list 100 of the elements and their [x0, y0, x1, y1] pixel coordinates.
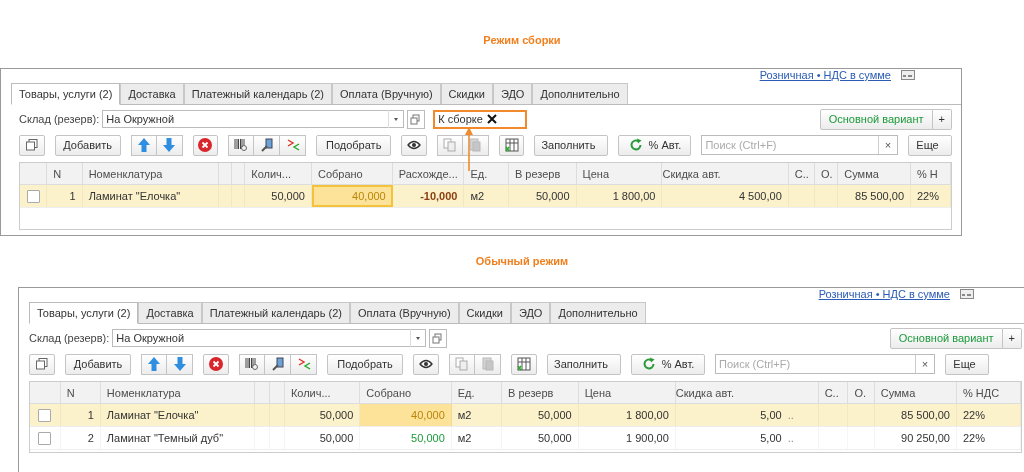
open-icon[interactable]	[407, 109, 426, 129]
column-header[interactable]: Скидка авт.	[662, 163, 789, 185]
column-header[interactable]: N	[60, 382, 101, 404]
scanner-button[interactable]	[265, 353, 291, 375]
column-header[interactable]: Колич...	[284, 382, 361, 404]
fill-dropdown-button[interactable]: Заполнить	[547, 353, 621, 375]
tab[interactable]: Оплата (Вручную)	[350, 302, 459, 323]
add-button[interactable]: Добавить	[65, 353, 131, 375]
delete-button[interactable]	[203, 353, 229, 375]
compare-icon	[285, 138, 300, 152]
search-field[interactable]: Поиск (Ctrl+F) ×	[715, 354, 935, 374]
delete-button[interactable]	[192, 134, 219, 156]
add-variant-button[interactable]: +	[1002, 327, 1022, 349]
variant-button[interactable]: Основной вариант	[819, 108, 933, 130]
row-checkbox[interactable]	[38, 431, 52, 445]
fill-dropdown-button[interactable]: Заполнить	[534, 134, 609, 156]
row-checkbox[interactable]	[26, 189, 40, 203]
compare-button[interactable]	[291, 353, 317, 375]
tab[interactable]: Доставка	[120, 83, 184, 104]
column-header[interactable]: Скидка авт.	[675, 382, 819, 404]
add-variant-button[interactable]: +	[932, 108, 952, 130]
column-header[interactable]: N	[47, 163, 83, 185]
column-header[interactable]: В резерв	[502, 382, 579, 404]
column-header[interactable]: Номенклатура	[82, 163, 219, 185]
spreadsheet-icon	[517, 357, 531, 371]
tab[interactable]: Платежный календарь (2)	[183, 83, 332, 104]
column-header[interactable]: Сумма	[838, 163, 911, 185]
calculator-icon[interactable]	[901, 70, 915, 80]
column-header[interactable]: Собрано	[311, 163, 393, 185]
move-up-button[interactable]	[130, 134, 157, 156]
table-row[interactable]: 1 Ламинат "Елочка" 50,000 40,000 -10,000 м2 50,000 1 800,00 4 500,00 85 500,00 22%	[20, 185, 951, 208]
compare-button[interactable]	[280, 134, 307, 156]
copy-icon	[442, 138, 457, 152]
row-checkbox[interactable]	[38, 408, 52, 422]
barcode-search-button[interactable]	[228, 134, 255, 156]
column-header[interactable]: Цена	[576, 163, 663, 185]
auto-discount-button[interactable]: % Авт.	[618, 134, 692, 156]
tab[interactable]: Скидки	[440, 83, 493, 104]
open-icon[interactable]	[429, 328, 448, 348]
column-header[interactable]: О.	[815, 163, 839, 185]
move-down-button[interactable]	[167, 353, 193, 375]
scanner-button[interactable]	[254, 134, 281, 156]
tab[interactable]: ЭДО	[510, 302, 551, 323]
barcode-search-button[interactable]	[239, 353, 265, 375]
move-down-button[interactable]	[156, 134, 183, 156]
spreadsheet-button[interactable]	[511, 353, 537, 375]
tab[interactable]: Скидки	[458, 302, 511, 323]
price-type-link[interactable]: Розничная • НДС в сумме	[759, 69, 891, 81]
table-row[interactable]: 2 Ламинат "Темный дуб" 50,000 50,000 м2 50,000 1 900,00 5,00 .. 90 250,00 22%	[30, 427, 1021, 450]
tab[interactable]: ЭДО	[492, 83, 533, 104]
search-field[interactable]: Поиск (Ctrl+F) ×	[701, 135, 899, 155]
tab[interactable]: Дополнительно	[532, 83, 628, 104]
column-header[interactable]: Сумма	[874, 382, 957, 404]
copy-rows-button[interactable]	[29, 353, 55, 375]
column-header[interactable]: % Н	[911, 163, 951, 185]
tab[interactable]: Дополнительно	[550, 302, 646, 323]
column-header[interactable]: С..	[788, 163, 816, 185]
spreadsheet-icon	[504, 138, 519, 152]
more-button[interactable]: Еще	[908, 134, 953, 156]
column-header[interactable]: Цена	[578, 382, 676, 404]
add-button[interactable]: Добавить	[54, 134, 121, 156]
table-row[interactable]: 1 Ламинат "Елочка" 50,000 40,000 м2 50,000 1 800,00 5,00 .. 85 500,00 22%	[30, 404, 1021, 427]
column-header[interactable]: Колич...	[245, 163, 312, 185]
table-cell: 50,000	[502, 427, 579, 449]
price-type-link[interactable]: Розничная • НДС в сумме	[818, 288, 950, 300]
copy-rows-button[interactable]	[19, 134, 45, 156]
move-up-button[interactable]	[141, 353, 167, 375]
column-header[interactable]: Собрано	[360, 382, 452, 404]
copy-button[interactable]	[436, 134, 463, 156]
tab[interactable]: Доставка	[138, 302, 202, 323]
pick-button[interactable]: Подобрать	[327, 353, 403, 375]
column-header[interactable]: Ед.	[451, 382, 503, 404]
warehouse-select[interactable]: На Окружной	[102, 110, 405, 128]
calculator-icon[interactable]	[960, 289, 974, 299]
pick-button[interactable]: Подобрать	[316, 134, 392, 156]
clear-search-button[interactable]: ×	[878, 136, 898, 154]
warehouse-select[interactable]: На Окружной	[112, 329, 427, 347]
paste-button[interactable]	[475, 353, 501, 375]
spreadsheet-button[interactable]	[498, 134, 525, 156]
column-header[interactable]: Номенклатура	[100, 382, 256, 404]
auto-discount-button[interactable]: % Авт.	[631, 353, 705, 375]
tab[interactable]: Платежный календарь (2)	[201, 302, 350, 323]
column-header[interactable]: % НДС	[957, 382, 1021, 404]
column-header[interactable]: В резерв	[508, 163, 577, 185]
close-icon[interactable]	[486, 114, 497, 124]
tab[interactable]: Товары, услуги (2)	[11, 83, 121, 105]
filter-field[interactable]: К сборке	[433, 109, 528, 129]
clear-search-button[interactable]: ×	[915, 355, 934, 373]
tab[interactable]: Товары, услуги (2)	[29, 302, 139, 324]
column-header[interactable]: Расхожде...	[392, 163, 465, 185]
view-button[interactable]	[401, 134, 427, 156]
column-header[interactable]: С..	[818, 382, 849, 404]
tab[interactable]: Оплата (Вручную)	[332, 83, 441, 104]
more-button[interactable]: Еще	[945, 353, 989, 375]
copy-button[interactable]	[449, 353, 475, 375]
variant-button[interactable]: Основной вариант	[889, 327, 1003, 349]
column-header[interactable]: О.	[848, 382, 875, 404]
column-header[interactable]: Ед.	[464, 163, 509, 185]
table-cell: 22%	[957, 427, 1021, 449]
view-button[interactable]	[413, 353, 439, 375]
